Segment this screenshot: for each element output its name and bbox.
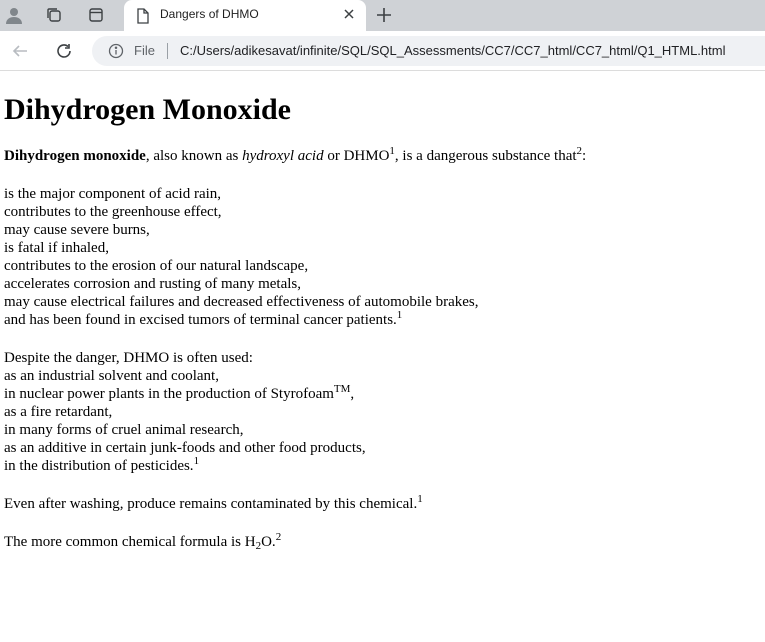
list-item: as an additive in certain junk-foods and… [4, 440, 366, 456]
tab-strip: Dangers of DHMO [0, 0, 765, 31]
paragraph-text: The more common chemical formula is H [4, 534, 256, 550]
address-bar[interactable]: File C:/Users/adikesavat/infinite/SQL/SQ… [92, 36, 765, 66]
washing-paragraph: Even after washing, produce remains cont… [4, 493, 761, 513]
list-item: in nuclear power plants in the productio… [4, 383, 761, 403]
footnote-marker: 1 [193, 455, 200, 467]
tab-title: Dangers of DHMO [160, 7, 259, 21]
intro-paragraph: Dihydrogen monoxide, also known as hydro… [4, 146, 761, 165]
list-item: accelerates corrosion and rusting of man… [4, 276, 301, 292]
back-icon[interactable] [9, 40, 31, 62]
refresh-icon[interactable] [53, 40, 75, 62]
list-item: and has been found in excised tumors of … [4, 309, 761, 329]
footnote-marker: 1 [417, 493, 423, 505]
list-item: as a fire retardant, [4, 404, 113, 420]
new-tab-icon[interactable] [374, 5, 394, 30]
url-text[interactable]: C:/Users/adikesavat/infinite/SQL/SQL_Ass… [180, 43, 725, 58]
intro-text: : [582, 148, 587, 164]
italic-term: hydroxyl acid [242, 148, 324, 164]
uses-intro: Despite the danger, DHMO is often used: [4, 350, 253, 366]
footnote-marker: 2 [275, 531, 282, 543]
intro-text: or DHMO [323, 148, 390, 164]
trademark-marker: TM [333, 383, 351, 395]
tab-dangers-of-dhmo[interactable]: Dangers of DHMO [124, 0, 366, 31]
paragraph-text: Even after washing, produce remains cont… [4, 496, 418, 512]
navigation-bar: File C:/Users/adikesavat/infinite/SQL/SQ… [0, 31, 765, 71]
list-item: contributes to the erosion of our natura… [4, 258, 309, 274]
list-item-text: in nuclear power plants in the productio… [4, 386, 334, 402]
page-title: Dihydrogen Monoxide [4, 93, 291, 126]
page-content: Dihydrogen Monoxide Dihydrogen monoxide,… [0, 71, 765, 571]
list-item-text: , [350, 386, 355, 402]
collections-icon[interactable] [43, 4, 65, 26]
list-item: as an industrial solvent and coolant, [4, 368, 219, 384]
list-item-text: in the distribution of pesticides. [4, 458, 194, 474]
profile-icon[interactable] [3, 4, 25, 26]
info-icon[interactable] [108, 43, 124, 64]
omnibox-divider [167, 43, 168, 59]
footnote-marker: 1 [396, 309, 403, 321]
close-icon[interactable] [342, 7, 356, 26]
document-icon [136, 8, 150, 29]
list-item: is the major component of acid rain, [4, 186, 222, 202]
paragraph-text: O. [261, 534, 276, 550]
file-label: File [134, 43, 155, 58]
uses-list: Despite the danger, DHMO is often used: … [4, 349, 761, 475]
list-item: in the distribution of pesticides.1 [4, 455, 761, 475]
list-item: may cause severe burns, [4, 222, 150, 238]
list-item: is fatal if inhaled, [4, 240, 109, 256]
list-item: in many forms of cruel animal research, [4, 422, 244, 438]
list-item: may cause electrical failures and decrea… [4, 294, 479, 310]
list-item-text: and has been found in excised tumors of … [4, 312, 397, 328]
bold-term: Dihydrogen monoxide [4, 148, 146, 164]
intro-text: , also known as [145, 148, 243, 164]
formula-paragraph: The more common chemical formula is H 2O.… [4, 531, 761, 552]
dangers-list: is the major component of acid rain, con… [4, 185, 761, 329]
intro-text: , is a dangerous substance that [394, 148, 577, 164]
tab-actions-icon[interactable] [85, 4, 107, 26]
list-item: contributes to the greenhouse effect, [4, 204, 222, 220]
